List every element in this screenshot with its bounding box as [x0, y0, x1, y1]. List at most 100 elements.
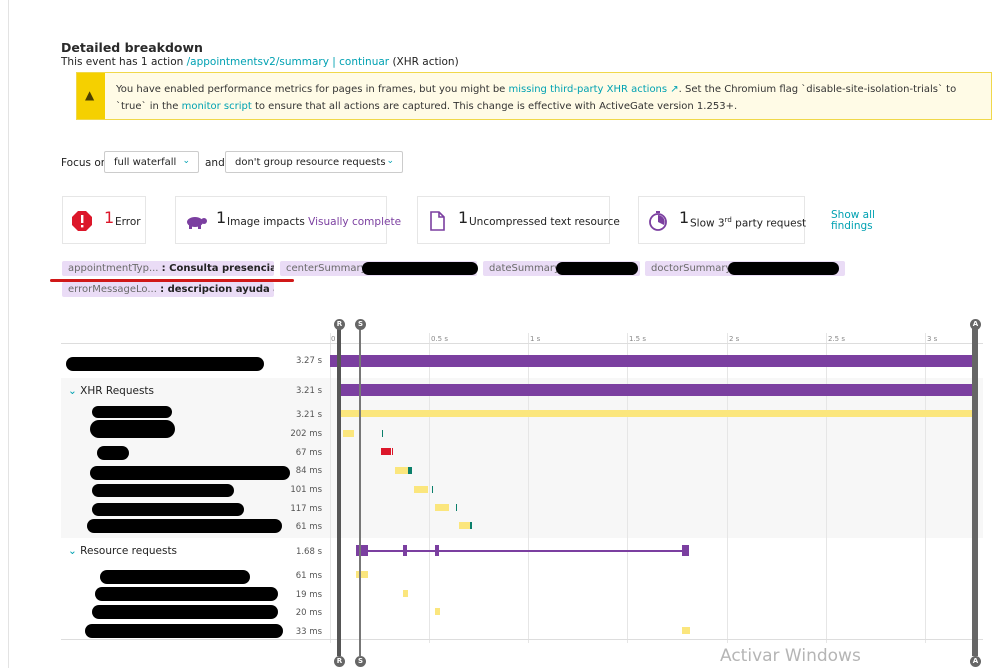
- property-chip[interactable]: appointmentTyp... : Consulta presencial.…: [62, 261, 274, 276]
- grid-line: [429, 333, 430, 643]
- marker-a-bottom[interactable]: A: [970, 656, 981, 667]
- marker-a-line[interactable]: [972, 326, 978, 656]
- axis-tick: 2 s: [729, 335, 740, 343]
- finding-count: 1: [104, 208, 115, 227]
- duration-label: 101 ms: [290, 485, 322, 495]
- resource-group-bar[interactable]: [403, 545, 407, 556]
- finding-error-card[interactable]: 1 Error: [62, 196, 146, 244]
- visually-complete-link[interactable]: Visually complete: [308, 216, 401, 228]
- redaction: [728, 262, 839, 275]
- group-dropdown-value: don't group resource requests: [235, 157, 386, 168]
- grid-line: [727, 333, 728, 643]
- xhr-bar[interactable]: [435, 504, 449, 511]
- group-dropdown[interactable]: don't group resource requests ⌄: [225, 151, 403, 173]
- external-link-icon: ↗: [667, 84, 679, 95]
- finding-label: Error: [115, 216, 141, 228]
- missing-xhr-link[interactable]: missing third-party XHR actions: [509, 84, 668, 95]
- grid-line: [826, 333, 827, 643]
- redaction: [92, 503, 244, 516]
- duration-label: 67 ms: [295, 448, 322, 458]
- redaction: [92, 605, 278, 619]
- duration-label: 84 ms: [295, 466, 322, 476]
- redaction: [90, 466, 290, 480]
- xhr-group-bar[interactable]: [339, 384, 975, 396]
- finding-label-text-2: party request: [731, 217, 807, 230]
- grid-line: [528, 333, 529, 643]
- warning-text-3: to ensure that all actions are captured.…: [251, 101, 738, 112]
- marker-r-top[interactable]: R: [334, 319, 345, 330]
- grid-line: [627, 333, 628, 643]
- redaction: [90, 420, 175, 438]
- finding-count: 1: [458, 208, 469, 227]
- redaction: [92, 406, 172, 418]
- section-subtitle: This event has 1 action /appointmentsv2/…: [61, 56, 459, 68]
- resource-bar[interactable]: [682, 627, 690, 634]
- redaction: [66, 357, 264, 371]
- xhr-bar[interactable]: [459, 522, 470, 529]
- duration-label: 202 ms: [290, 429, 322, 439]
- action-link[interactable]: /appointmentsv2/summary | continuar: [187, 56, 389, 68]
- error-icon: [72, 211, 92, 231]
- duration-label: 1.68 s: [295, 547, 322, 557]
- marker-r-bottom[interactable]: R: [334, 656, 345, 667]
- xhr-bar-tick: [382, 430, 383, 437]
- resource-group-bar[interactable]: [435, 545, 439, 556]
- finding-slow-3rd-party-card[interactable]: 1 Slow 3rd party request: [638, 196, 806, 244]
- xhr-bar-error[interactable]: [381, 448, 391, 455]
- resource-bar[interactable]: [403, 590, 408, 597]
- xhr-bar-tick: [392, 448, 393, 455]
- resource-bar[interactable]: [435, 608, 440, 615]
- finding-count: 1: [216, 208, 227, 227]
- xhr-bar[interactable]: [343, 430, 354, 437]
- warning-text: You have enabled performance metrics for…: [116, 81, 981, 115]
- duration-label: 61 ms: [295, 571, 322, 581]
- xhr-bar[interactable]: [414, 486, 428, 493]
- total-bar[interactable]: [330, 355, 975, 367]
- grid-line: [330, 333, 331, 643]
- windows-activation-watermark: Activar Windows: [720, 646, 861, 666]
- property-chip[interactable]: errorMessageLo... : descripcion ayuda a.…: [62, 282, 274, 297]
- red-underline: [50, 279, 294, 282]
- xhr-bar[interactable]: [339, 410, 975, 417]
- finding-label: Slow 3rd party request: [690, 216, 806, 230]
- xhr-group-label: XHR Requests: [80, 385, 154, 397]
- finding-label: Image impacts Visually complete: [227, 216, 401, 228]
- redaction: [362, 262, 478, 275]
- axis-tick: 3 s: [927, 335, 938, 343]
- redaction: [87, 519, 282, 533]
- xhr-group-toggle[interactable]: ⌄ XHR Requests: [68, 385, 154, 397]
- chip-value: : descripcion ayuda a...: [160, 284, 274, 295]
- resource-bar[interactable]: [356, 571, 368, 578]
- marker-a-top[interactable]: A: [970, 319, 981, 330]
- marker-s-line[interactable]: [359, 326, 361, 656]
- marker-r-line[interactable]: [337, 326, 341, 656]
- redaction: [92, 484, 234, 497]
- subtitle-prefix: This event has 1 action: [61, 56, 187, 68]
- duration-label: 3.21 s: [295, 386, 322, 396]
- duration-label: 117 ms: [290, 504, 322, 514]
- axis-tick: 1.5 s: [629, 335, 647, 343]
- chip-key: errorMessageLo...: [68, 284, 157, 295]
- redaction: [100, 570, 250, 584]
- timer-icon: [649, 211, 667, 231]
- redaction: [97, 446, 129, 460]
- marker-s-top[interactable]: S: [355, 319, 366, 330]
- and-label: and: [205, 157, 225, 169]
- finding-uncompressed-card[interactable]: 1 Uncompressed text resource: [417, 196, 620, 244]
- resource-group-bar[interactable]: [356, 545, 368, 556]
- xhr-bar-tick: [432, 486, 433, 493]
- finding-count: 1: [679, 208, 690, 227]
- resource-group-bar[interactable]: [682, 545, 689, 556]
- monitor-script-link[interactable]: monitor script: [182, 101, 252, 112]
- marker-s-bottom[interactable]: S: [355, 656, 366, 667]
- resource-group-toggle[interactable]: ⌄ Resource requests: [68, 545, 177, 557]
- show-all-findings-link[interactable]: Show all findings: [831, 210, 879, 232]
- resource-group-label: Resource requests: [80, 545, 178, 557]
- focus-dropdown[interactable]: full waterfall ⌄: [104, 151, 199, 173]
- axis-tick: 2.5 s: [828, 335, 846, 343]
- axis-separator: [61, 343, 983, 344]
- finding-image-card[interactable]: 1 Image impacts Visually complete: [175, 196, 401, 244]
- chip-value: : Consulta presencial...: [161, 263, 274, 274]
- chip-key: dateSummary: [489, 263, 560, 274]
- xhr-bar[interactable]: [395, 467, 408, 474]
